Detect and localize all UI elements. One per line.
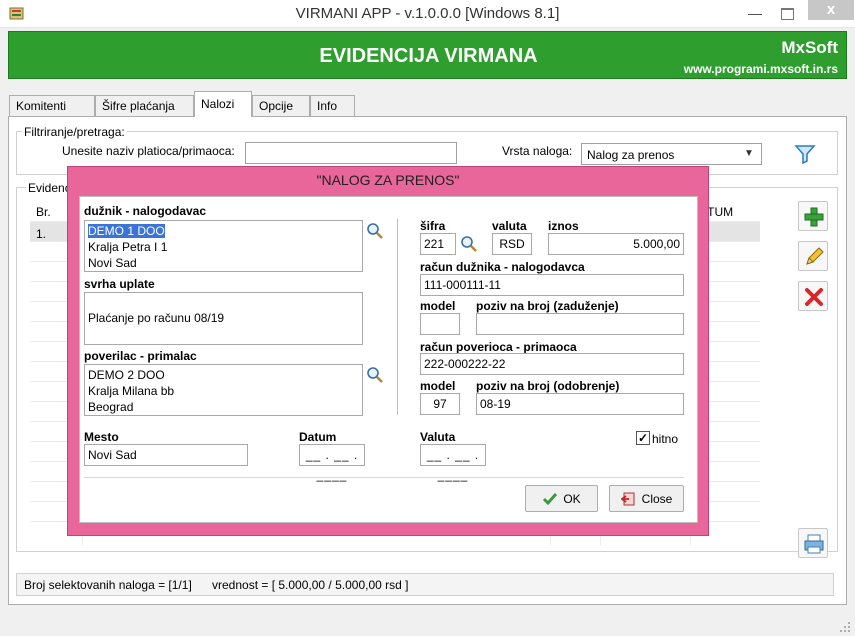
brand-name: MxSoft: [781, 38, 838, 57]
model-debit-label: model: [420, 299, 456, 313]
order-type-select[interactable]: Nalog za prenos: [581, 143, 762, 165]
tab-sifre-placanja[interactable]: Šifre plaćanja: [95, 95, 194, 116]
check-icon: [543, 492, 558, 505]
table-row-number: 1.: [36, 227, 47, 241]
filter-name-input[interactable]: [245, 142, 457, 164]
tab-nalozi[interactable]: Nalozi: [194, 91, 252, 117]
reference-credit-input[interactable]: 08-19: [476, 393, 684, 415]
search-icon[interactable]: [366, 222, 384, 240]
place-input[interactable]: Novi Sad: [84, 444, 248, 466]
minimize-button[interactable]: —: [740, 4, 770, 24]
reference-debit-input[interactable]: [476, 313, 684, 335]
reference-debit-label: poziv na broj (zaduženje): [476, 299, 619, 313]
debtor-account-label: račun dužnika - nalogodavca: [420, 260, 585, 274]
code-label: šifra: [420, 219, 446, 233]
urgent-checkbox[interactable]: ✓: [636, 431, 650, 445]
filter-legend: Filtriranje/pretraga:: [22, 125, 127, 139]
selected-count-text: Broj selektovanih naloga = [1/1]: [24, 578, 192, 592]
window-title: VIRMANI APP - v.1.0.0.0 [Windows 8.1]: [295, 5, 560, 22]
model-debit-input[interactable]: [420, 313, 460, 335]
plus-icon: [804, 207, 824, 227]
brand-url: www.programi.mxsoft.in.rs: [683, 62, 838, 76]
tab-opcije[interactable]: Opcije: [252, 95, 310, 116]
ok-button[interactable]: OK: [525, 485, 598, 512]
header-banner: EVIDENCIJA VIRMANA MxSoft www.programi.m…: [8, 31, 847, 79]
order-type-label: Vrsta naloga:: [502, 144, 573, 158]
creditor-line-2: Kralja Milana bb: [88, 384, 175, 398]
printer-icon: [804, 534, 824, 554]
currency-input[interactable]: RSD: [492, 233, 532, 255]
debtor-line-2: Kralja Petra I 1: [88, 240, 168, 254]
search-icon[interactable]: [366, 366, 384, 384]
debtor-line-1: DEMO 1 DOO: [88, 224, 165, 238]
ok-button-label: OK: [563, 491, 581, 506]
selected-value-text: vrednost = [ 5.000,00 / 5.000,00 rsd ]: [212, 578, 409, 592]
filter-name-label: Unesite naziv platioca/primaoca:: [62, 144, 235, 158]
creditor-textarea[interactable]: DEMO 2 DOO Kralja Milana bb Beograd: [84, 364, 363, 416]
purpose-label: svrha uplate: [84, 277, 155, 291]
search-icon[interactable]: [460, 235, 478, 253]
print-button[interactable]: [798, 528, 828, 558]
tab-komitenti[interactable]: Komitenti: [9, 95, 95, 116]
close-window-button[interactable]: x: [808, 0, 854, 20]
debtor-textarea[interactable]: DEMO 1 DOO Kralja Petra I 1 Novi Sad: [84, 220, 363, 272]
delete-x-icon: [805, 288, 823, 306]
resize-grip-icon[interactable]: [838, 620, 852, 634]
payment-code-input[interactable]: 221: [420, 233, 456, 255]
debtor-label: dužnik - nalogodavac: [84, 204, 207, 218]
close-button[interactable]: Close: [609, 485, 684, 512]
amount-input[interactable]: 5.000,00: [548, 233, 684, 255]
window-bottom-strip: [0, 608, 855, 636]
add-order-button[interactable]: [798, 201, 828, 231]
creditor-account-label: račun poverioca - primaoca: [420, 340, 577, 354]
tab-info[interactable]: Info: [310, 95, 355, 116]
horizontal-divider: [84, 477, 684, 478]
creditor-label: poverilac - primalac: [84, 349, 197, 363]
place-label: Mesto: [84, 430, 119, 444]
debtor-account-input[interactable]: 111-000111-11: [420, 274, 684, 296]
edit-order-button[interactable]: [798, 241, 828, 271]
model-credit-label: model: [420, 379, 456, 393]
evidence-legend: Evidenc: [26, 181, 73, 195]
pencil-icon: [806, 247, 824, 265]
value-date-label: Valuta: [420, 430, 456, 444]
delete-order-button[interactable]: [798, 281, 828, 311]
date-label: Datum: [299, 430, 337, 444]
creditor-account-input[interactable]: 222-000222-22: [420, 353, 684, 375]
urgent-label: hitno: [652, 432, 679, 446]
grid-header-br[interactable]: Br.: [36, 205, 51, 219]
amount-label: iznos: [548, 219, 579, 233]
chevron-down-icon[interactable]: ▼: [743, 148, 755, 160]
purpose-value: Plaćanje po računu 08/19: [88, 311, 225, 325]
purpose-textarea[interactable]: Plaćanje po računu 08/19: [84, 292, 363, 345]
dialog-title: "NALOG ZA PRENOS": [316, 172, 460, 188]
value-date-input[interactable]: __ . __ . ____: [420, 444, 486, 482]
creditor-line-3: Beograd: [88, 400, 134, 414]
reference-credit-label: poziv na broj (odobrenje): [476, 379, 620, 393]
date-input[interactable]: __ . __ . ____: [299, 444, 365, 482]
funnel-icon[interactable]: [793, 143, 817, 165]
currency-label: valuta: [492, 219, 527, 233]
model-credit-input[interactable]: 97: [420, 393, 460, 415]
creditor-line-1: DEMO 2 DOO: [88, 368, 165, 382]
close-button-label: Close: [641, 491, 673, 506]
maximize-button[interactable]: [772, 4, 802, 24]
debtor-line-3: Novi Sad: [88, 256, 137, 270]
exit-door-icon: [620, 492, 635, 505]
vertical-divider: [397, 219, 398, 415]
